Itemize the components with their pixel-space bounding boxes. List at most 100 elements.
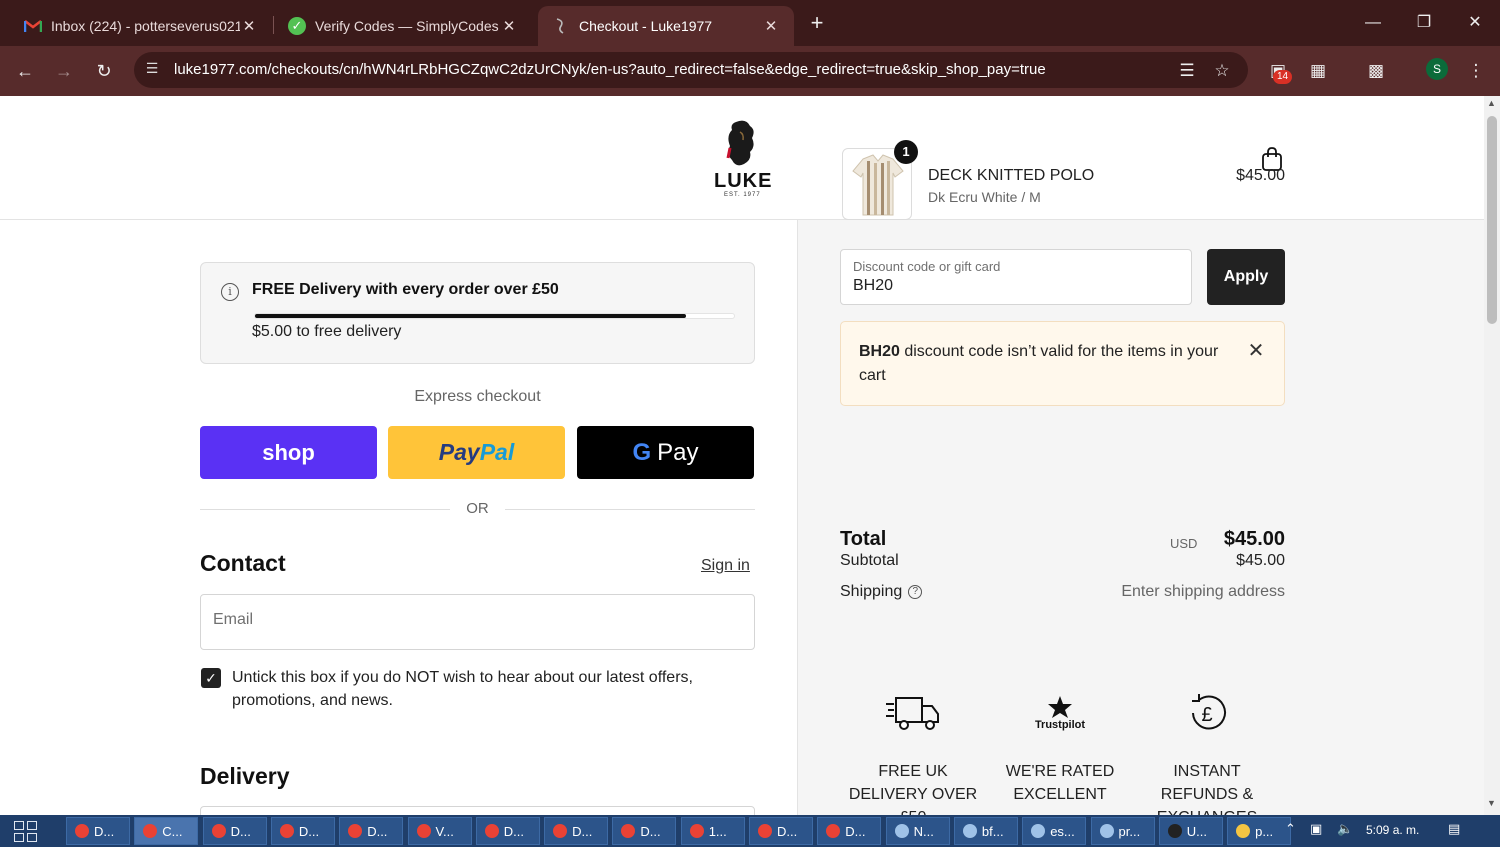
close-tab-icon[interactable]: ✕: [762, 17, 780, 35]
taskbar-app-icon: [758, 824, 772, 838]
error-text: discount code isn’t valid for the items …: [859, 343, 1219, 384]
taskbar-item[interactable]: p...: [1227, 817, 1292, 845]
taskbar-item[interactable]: D...: [612, 817, 677, 845]
taskbar-item-label: D...: [503, 823, 525, 839]
taskbar-item-label: D...: [572, 823, 593, 839]
network-icon[interactable]: ▣: [1310, 821, 1322, 837]
taskbar-item-label: U...: [1186, 823, 1208, 839]
extensions-puzzle-icon[interactable]: ▦: [1305, 58, 1331, 84]
scrollbar-thumb[interactable]: [1487, 116, 1497, 324]
taskbar-app-icon: [348, 824, 363, 838]
taskbar-item-label: D...: [845, 823, 866, 839]
new-tab-button[interactable]: +: [806, 10, 828, 36]
tab-checkout[interactable]: Checkout - Luke1977 ✕: [538, 6, 794, 46]
error-code: BH20: [859, 343, 900, 360]
taskbar-item-label: D...: [367, 823, 388, 839]
close-tab-icon[interactable]: ✕: [500, 17, 518, 35]
profile-avatar[interactable]: S: [1426, 58, 1448, 80]
taskbar-item[interactable]: bf...: [953, 817, 1018, 845]
tab-simplycodes[interactable]: ✓ Verify Codes — SimplyCodes ✕: [274, 6, 532, 46]
taskbar-item[interactable]: C...: [134, 817, 199, 845]
taskbar-item[interactable]: D...: [270, 817, 335, 845]
notifications-icon[interactable]: ▤: [1448, 821, 1460, 837]
trustpilot-star-icon: [1048, 696, 1072, 718]
taskbar-item[interactable]: D...: [817, 817, 882, 845]
translate-icon[interactable]: ☰: [1174, 58, 1200, 84]
taskbar-item[interactable]: U...: [1158, 817, 1223, 845]
trustpilot-logo-text: Trustpilot: [1034, 719, 1086, 731]
restore-icon[interactable]: ❐: [1401, 8, 1447, 38]
media-search-icon[interactable]: ▩: [1363, 58, 1389, 84]
page-scrollbar[interactable]: ▲ ▼: [1484, 96, 1500, 815]
taskbar-item[interactable]: D...: [202, 817, 267, 845]
taskbar-item[interactable]: D...: [66, 817, 130, 845]
taskbar-item[interactable]: pr...: [1090, 817, 1155, 845]
taskbar-item-label: D...: [298, 823, 320, 839]
tray-chevron-icon[interactable]: ⌃: [1285, 821, 1296, 837]
reload-icon[interactable]: ↻: [89, 56, 119, 86]
product-variant: Dk Ecru White / M: [928, 189, 1041, 205]
luke-icon: [552, 17, 570, 35]
total-label: Total: [840, 528, 887, 550]
browser-tab-strip: Inbox (224) - potterseverus021( ✕ ✓ Veri…: [0, 0, 1500, 46]
volume-icon[interactable]: 🔈: [1337, 821, 1353, 837]
bookmark-star-icon[interactable]: ☆: [1209, 58, 1235, 84]
subtotal-row: Subtotal $45.00: [840, 552, 1285, 570]
close-window-icon[interactable]: ✕: [1452, 8, 1498, 38]
product-name: DECK KNITTED POLO: [928, 167, 1095, 184]
taskbar-item[interactable]: N...: [885, 817, 950, 845]
discount-code-field[interactable]: Discount code or gift card BH20: [840, 249, 1192, 305]
taskbar-item-label: bf...: [981, 823, 1004, 839]
taskbar-item[interactable]: V...: [407, 817, 472, 845]
shipping-row: Shipping? Enter shipping address: [840, 583, 1285, 601]
scroll-up-icon[interactable]: ▲: [1487, 98, 1496, 108]
taskbar-item[interactable]: D...: [475, 817, 540, 845]
taskbar-item[interactable]: 1...: [680, 817, 745, 845]
help-icon[interactable]: ?: [908, 584, 923, 599]
tab-gmail[interactable]: Inbox (224) - potterseverus021( ✕: [10, 6, 272, 46]
taskbar-app-icon: [1167, 824, 1182, 838]
close-icon[interactable]: ✕: [1245, 340, 1267, 362]
close-tab-icon[interactable]: ✕: [240, 17, 258, 35]
taskbar-app-icon: [962, 824, 977, 838]
site-info-icon[interactable]: ☰: [142, 60, 162, 80]
shipping-value: Enter shipping address: [1121, 583, 1285, 600]
forward-icon[interactable]: →: [49, 56, 79, 86]
taskbar-item-label: D...: [640, 823, 661, 839]
discount-field-value[interactable]: BH20: [853, 277, 893, 295]
taskbar-app-icon: [689, 824, 704, 838]
taskbar-app-icon: [1031, 824, 1046, 838]
scroll-down-icon[interactable]: ▼: [1487, 798, 1496, 808]
address-bar[interactable]: ☰ luke1977.com/checkouts/cn/hWN4rLRbHGCZ…: [134, 52, 1248, 88]
gmail-icon: [24, 17, 42, 35]
windows-taskbar: D... C... D... D... D... V... D... D... D... 1...…: [0, 815, 1500, 847]
feature-text: INSTANT REFUNDS & EXCHANGES: [1157, 763, 1257, 815]
taskbar-item-label: V...: [435, 823, 454, 839]
minimize-icon[interactable]: —: [1350, 8, 1396, 38]
feature-text: WE'RE RATED EXCELLENT: [1005, 763, 1115, 803]
taskbar-item[interactable]: D...: [339, 817, 404, 845]
taskbar-item[interactable]: D...: [544, 817, 609, 845]
taskbar-app-icon: [211, 824, 226, 838]
taskbar-item-label: D...: [230, 823, 251, 839]
discount-field-label: Discount code or gift card: [853, 259, 1001, 274]
apply-button[interactable]: Apply: [1207, 249, 1285, 305]
url-text[interactable]: luke1977.com/checkouts/cn/hWN4rLRbHGCZqw…: [174, 61, 1046, 78]
back-icon[interactable]: ←: [10, 56, 40, 86]
taskbar-item[interactable]: D...: [749, 817, 813, 845]
tab-title: Checkout - Luke1977: [579, 18, 713, 34]
discount-error-message: BH20 discount code isn’t valid for the i…: [840, 321, 1285, 406]
subtotal-value: $45.00: [1236, 552, 1285, 569]
quantity-badge: 1: [894, 140, 918, 164]
feature-free-delivery: FREE UK DELIVERY OVER £50: [843, 688, 983, 815]
clock[interactable]: 5:09 a. m.: [1366, 823, 1419, 837]
subtotal-label: Subtotal: [840, 552, 899, 569]
total-value: $45.00: [1223, 528, 1285, 550]
menu-icon[interactable]: ⋮: [1463, 58, 1489, 84]
tab-title: Verify Codes — SimplyCodes: [315, 18, 499, 34]
start-icon[interactable]: [14, 821, 38, 843]
taskbar-app-icon: [894, 824, 909, 838]
shipping-label: Shipping: [840, 583, 903, 600]
feature-text: FREE UK DELIVERY OVER £50: [848, 763, 978, 815]
taskbar-item[interactable]: es...: [1022, 817, 1087, 845]
